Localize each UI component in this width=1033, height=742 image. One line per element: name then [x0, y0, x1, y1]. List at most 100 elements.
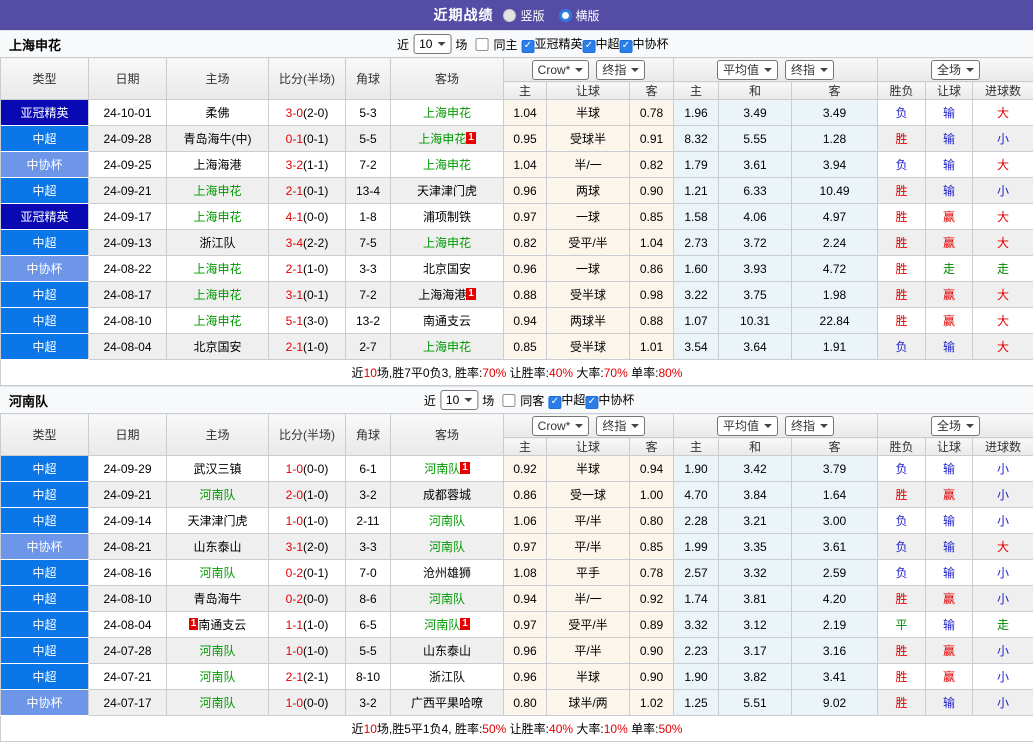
team-name[interactable]: 成都蓉城: [423, 488, 471, 502]
match-row: 中超24-08-041南通支云1-1(1-0)6-5河南队10.97受平/半0.…: [1, 612, 1033, 638]
team-name-title: 上海申花: [0, 35, 61, 54]
corner-cell: 7-2: [346, 152, 391, 178]
goals-result-cell: 大: [973, 204, 1033, 230]
average-select[interactable]: 平均值: [717, 416, 778, 436]
team-name[interactable]: 沧州雄狮: [423, 566, 471, 580]
home-cell: 浙江队: [167, 230, 269, 256]
team-name[interactable]: 山东泰山: [193, 540, 241, 554]
team-name[interactable]: 青岛海牛(中): [184, 132, 252, 146]
goals-result-cell: 大: [973, 534, 1033, 560]
team-name[interactable]: 上海申花: [418, 132, 466, 146]
league-checkbox[interactable]: ✓: [585, 396, 598, 409]
team-name[interactable]: 河南队: [199, 696, 235, 710]
result-cell: 负: [878, 152, 926, 178]
avg-away-cell: 1.64: [792, 482, 878, 508]
team-name[interactable]: 河南队: [199, 644, 235, 658]
league-checkbox[interactable]: ✓: [548, 396, 561, 409]
average-select[interactable]: 平均值: [717, 60, 778, 80]
league-cell: 中超: [1, 508, 89, 534]
result-cell: 胜: [878, 204, 926, 230]
average-stage-select[interactable]: 终指: [785, 60, 834, 80]
bookmaker-select[interactable]: Crow*: [532, 416, 590, 436]
team-name[interactable]: 河南队: [429, 540, 465, 554]
team-name[interactable]: 北京国安: [193, 340, 241, 354]
team-name[interactable]: 上海海港: [418, 288, 466, 302]
scope-select[interactable]: 全场: [931, 60, 980, 80]
handicap-result-cell: 输: [926, 126, 973, 152]
bookmaker-select[interactable]: Crow*: [532, 60, 590, 80]
handicap-result-cell: 输: [926, 456, 973, 482]
avg-home-cell: 2.73: [674, 230, 719, 256]
team-name[interactable]: 广西平果哈嘹: [411, 696, 483, 710]
team-name[interactable]: 河南队: [424, 462, 460, 476]
team-name[interactable]: 浙江队: [429, 670, 465, 684]
radio-horizontal[interactable]: 横版: [559, 7, 600, 24]
odds-home-cell: 0.94: [504, 586, 547, 612]
avg-draw-cell: 3.84: [719, 482, 792, 508]
handicap-result-cell: 走: [926, 256, 973, 282]
league-cell: 中超: [1, 308, 89, 334]
handicap-result-cell: 赢: [926, 204, 973, 230]
team-name[interactable]: 上海申花: [193, 314, 241, 328]
handicap-result-cell: 赢: [926, 282, 973, 308]
match-row: 中超24-09-13浙江队3-4(2-2)7-5上海申花0.82受平/半1.04…: [1, 230, 1033, 256]
scope-select[interactable]: 全场: [931, 416, 980, 436]
odds-home-cell: 0.92: [504, 456, 547, 482]
team-name[interactable]: 天津津门虎: [187, 514, 247, 528]
same-venue-checkbox[interactable]: [502, 394, 515, 407]
odds-away-cell: 0.90: [630, 638, 674, 664]
team-name[interactable]: 河南队: [199, 566, 235, 580]
team-name[interactable]: 河南队: [199, 488, 235, 502]
score-cell: 4-1(0-0): [269, 204, 346, 230]
odds-home-cell: 1.06: [504, 508, 547, 534]
goals-result-cell: 大: [973, 308, 1033, 334]
average-stage-select[interactable]: 终指: [785, 416, 834, 436]
league-checkbox[interactable]: ✓: [619, 40, 632, 53]
team-name[interactable]: 山东泰山: [423, 644, 471, 658]
team-name[interactable]: 天津津门虎: [417, 184, 477, 198]
same-venue-checkbox[interactable]: [475, 38, 488, 51]
team-name[interactable]: 河南队: [199, 670, 235, 684]
team-name[interactable]: 河南队: [424, 618, 460, 632]
team-name[interactable]: 北京国安: [423, 262, 471, 276]
result-cell: 负: [878, 100, 926, 126]
odds-stage-select[interactable]: 终指: [596, 60, 645, 80]
team-name[interactable]: 南通支云: [198, 618, 246, 632]
team-name[interactable]: 上海申花: [423, 236, 471, 250]
odds-line-cell: 平/半: [547, 508, 630, 534]
team-name[interactable]: 武汉三镇: [193, 462, 241, 476]
score-cell: 1-1(1-0): [269, 612, 346, 638]
team-name[interactable]: 上海申花: [193, 210, 241, 224]
team-name[interactable]: 浙江队: [199, 236, 235, 250]
team-name[interactable]: 上海申花: [193, 262, 241, 276]
col-score: 比分(半场): [269, 58, 346, 100]
team-name[interactable]: 青岛海牛: [193, 592, 241, 606]
date-cell: 24-08-22: [89, 256, 167, 282]
league-checkbox[interactable]: ✓: [521, 40, 534, 53]
team-name[interactable]: 河南队: [429, 592, 465, 606]
team-name[interactable]: 上海申花: [193, 184, 241, 198]
team-name[interactable]: 上海申花: [423, 340, 471, 354]
goals-result-cell: 大: [973, 282, 1033, 308]
home-cell: 上海申花: [167, 308, 269, 334]
odds-stage-select[interactable]: 终指: [596, 416, 645, 436]
radio-vertical[interactable]: 竖版: [503, 7, 544, 24]
odds-away-cell: 1.04: [630, 230, 674, 256]
team-name[interactable]: 浦项制铁: [423, 210, 471, 224]
team-name[interactable]: 上海申花: [193, 288, 241, 302]
team-name[interactable]: 上海申花: [423, 158, 471, 172]
team-name[interactable]: 柔佛: [205, 106, 229, 120]
avg-draw-cell: 3.49: [719, 100, 792, 126]
near-count-select[interactable]: 10: [413, 34, 451, 54]
team-name[interactable]: 南通支云: [423, 314, 471, 328]
team-name[interactable]: 河南队: [429, 514, 465, 528]
avg-away-cell: 4.20: [792, 586, 878, 612]
near-count-select[interactable]: 10: [440, 390, 478, 410]
filter-controls: 近 10 场 同客 ✓中超✓中协杯: [424, 390, 634, 410]
team-name[interactable]: 上海海港: [193, 158, 241, 172]
team-name[interactable]: 上海申花: [423, 106, 471, 120]
corner-cell: 6-5: [346, 612, 391, 638]
handicap-result-cell: 输: [926, 534, 973, 560]
handicap-result-cell: 输: [926, 508, 973, 534]
league-checkbox[interactable]: ✓: [582, 40, 595, 53]
